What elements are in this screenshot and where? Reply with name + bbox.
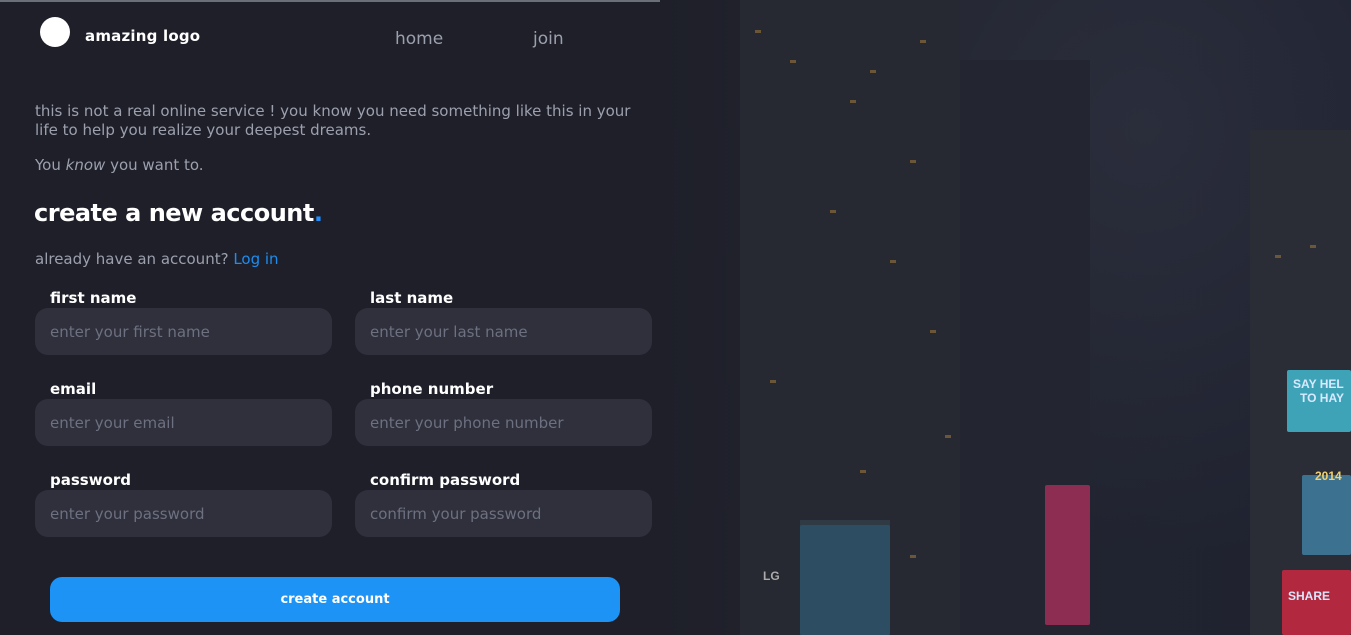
- intro-paragraph: this is not a real online service ! you …: [35, 102, 631, 139]
- billboard-year: 2014: [1315, 469, 1342, 483]
- form-title: create a new account.: [34, 199, 323, 227]
- create-account-button[interactable]: create account: [50, 577, 620, 622]
- confirm-password-label: confirm password: [370, 471, 521, 489]
- intro-tagline: You know you want to.: [35, 156, 204, 174]
- phone-input[interactable]: [355, 399, 652, 446]
- lg-sign: LG: [763, 569, 780, 583]
- billboard-text: SHARE: [1288, 589, 1331, 603]
- first-name-label: first name: [50, 289, 137, 307]
- email-label: email: [50, 380, 97, 398]
- password-label: password: [50, 471, 132, 489]
- password-input[interactable]: [35, 490, 332, 537]
- confirm-password-input[interactable]: [355, 490, 652, 537]
- form-title-text: create a new account: [34, 199, 314, 227]
- city-background-image: SAY HEL TO HAY 2014 SHARE LG: [660, 0, 1351, 635]
- title-accent-dot: .: [313, 199, 323, 227]
- last-name-input[interactable]: [355, 308, 652, 355]
- nav-join-link[interactable]: join: [533, 29, 564, 49]
- phone-label: phone number: [370, 380, 494, 398]
- tagline-prefix: You: [35, 156, 61, 174]
- billboard-text: SAY HEL: [1293, 377, 1344, 391]
- last-name-label: last name: [370, 289, 454, 307]
- nav-home-link[interactable]: home: [395, 29, 443, 49]
- logo-icon[interactable]: [40, 17, 70, 47]
- tagline-emphasis: know: [65, 156, 106, 174]
- email-input[interactable]: [35, 399, 332, 446]
- login-prompt-text: already have an account?: [35, 250, 229, 268]
- login-prompt: already have an account? Log in: [35, 250, 279, 268]
- login-link[interactable]: Log in: [233, 250, 278, 268]
- logo-text[interactable]: amazing logo: [85, 27, 200, 45]
- tagline-suffix: you want to.: [110, 156, 204, 174]
- first-name-input[interactable]: [35, 308, 332, 355]
- billboard-text: TO HAY: [1300, 391, 1345, 405]
